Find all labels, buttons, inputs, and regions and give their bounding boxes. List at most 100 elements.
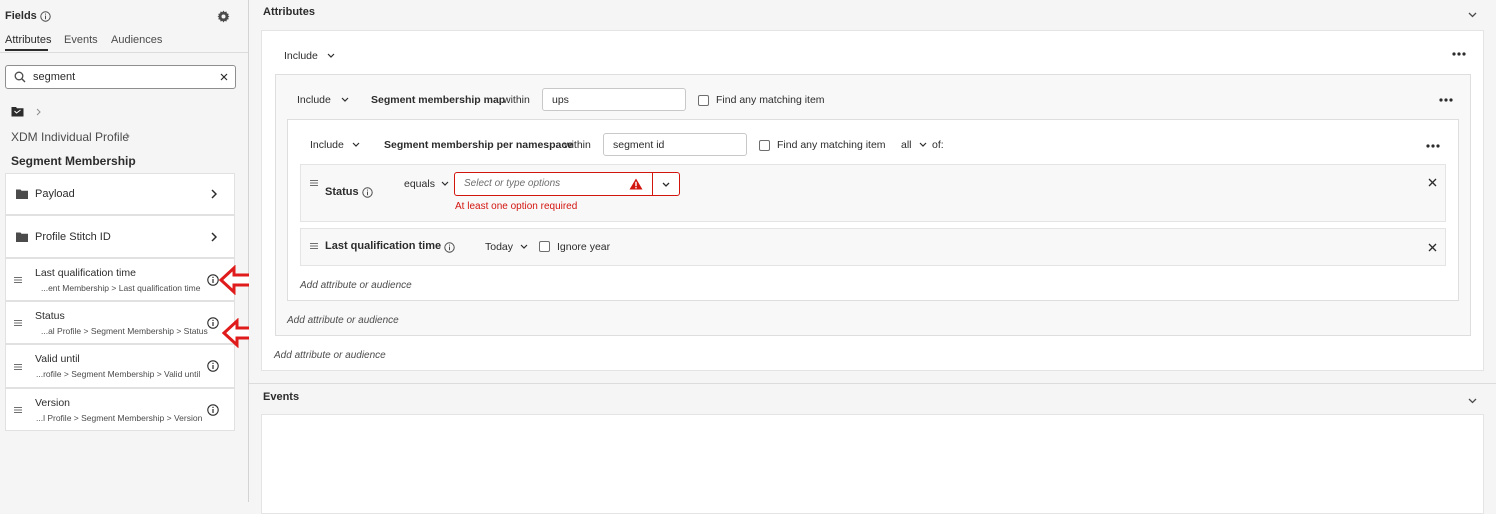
drag-handle-icon[interactable] — [14, 277, 22, 283]
info-icon[interactable] — [207, 274, 219, 286]
info-icon[interactable] — [40, 11, 51, 22]
folder-label: Profile Stitch ID — [35, 231, 111, 243]
fields-title: Fields — [5, 10, 37, 22]
info-icon[interactable] — [362, 187, 373, 198]
within-label: within — [564, 139, 591, 151]
add-attribute-link[interactable]: Add attribute or audience — [300, 280, 412, 291]
operator-dropdown[interactable]: equals — [404, 178, 435, 190]
tab-audiences[interactable]: Audiences — [111, 34, 162, 46]
field-label: Status — [35, 310, 65, 322]
add-attribute-link[interactable]: Add attribute or audience — [274, 350, 386, 361]
folder-label: Payload — [35, 188, 75, 200]
folder-row-profile-stitch-id[interactable]: Profile Stitch ID — [5, 215, 235, 258]
fields-panel: Fields Attributes Events Audiences segme… — [0, 0, 262, 502]
close-icon[interactable] — [1428, 243, 1437, 252]
field-label: Version — [35, 397, 71, 409]
include-dropdown[interactable]: Include — [310, 139, 344, 151]
info-icon[interactable] — [207, 360, 219, 372]
chevron-down-icon[interactable] — [327, 53, 335, 58]
include-dropdown[interactable]: Include — [284, 50, 318, 62]
info-icon[interactable] — [207, 404, 219, 416]
folder-icon — [16, 232, 28, 242]
chevron-down-icon[interactable] — [520, 244, 528, 249]
folder-open-icon[interactable] — [11, 106, 24, 117]
attribute-name: Segment membership per namespace — [384, 139, 574, 151]
tab-attributes[interactable]: Attributes — [5, 34, 51, 46]
chevron-down-icon[interactable] — [441, 181, 449, 186]
section-title: Segment Membership — [11, 154, 136, 168]
attribute-name: Segment membership map — [371, 94, 506, 106]
chevron-right-icon[interactable] — [211, 232, 217, 242]
search-input[interactable]: segment — [33, 71, 75, 83]
ignore-year-label: Ignore year — [557, 241, 611, 253]
include-dropdown[interactable]: Include — [297, 94, 331, 106]
validation-error: At least one option required — [455, 201, 578, 212]
tab-events[interactable]: Events — [64, 34, 98, 46]
ignore-year-checkbox[interactable] — [539, 241, 550, 252]
quantifier-dropdown[interactable]: all — [901, 139, 912, 151]
rule-row-status: Status equals Select or type options At … — [300, 164, 1446, 222]
rule-attribute-name: Last qualification time — [325, 240, 442, 252]
chevron-down-icon[interactable] — [341, 97, 349, 102]
tab-active-indicator — [5, 49, 48, 51]
find-any-label: Find any matching item — [716, 94, 825, 106]
field-label: Valid until — [35, 353, 80, 365]
gear-icon[interactable] — [217, 10, 230, 23]
section-divider — [249, 383, 1496, 384]
within-value: ups — [552, 94, 569, 106]
more-options-icon[interactable] — [1452, 52, 1466, 56]
search-field[interactable]: segment — [5, 65, 236, 89]
within-value-input[interactable]: ups — [542, 88, 686, 111]
field-path: ...ent Membership > Last qualification t… — [41, 283, 201, 293]
folder-icon — [16, 189, 28, 199]
more-options-icon[interactable] — [1426, 144, 1440, 148]
options-input[interactable]: Select or type options — [464, 178, 560, 189]
chevron-right-icon[interactable] — [211, 189, 217, 199]
field-row-version[interactable]: Version ...l Profile > Segment Membershi… — [5, 388, 235, 431]
chevron-down-icon[interactable] — [662, 182, 670, 187]
info-icon[interactable] — [444, 242, 455, 253]
events-section-title: Events — [263, 391, 300, 403]
attributes-section-title: Attributes — [263, 6, 315, 18]
field-path: ...rofile > Segment Membership > Valid u… — [36, 369, 201, 379]
field-path: ...al Profile > Segment Membership > Sta… — [41, 326, 208, 336]
options-combobox[interactable]: Select or type options — [454, 172, 680, 196]
close-icon[interactable] — [1428, 178, 1437, 187]
find-any-checkbox[interactable] — [759, 140, 770, 151]
field-row-status[interactable]: Status ...al Profile > Segment Membershi… — [5, 301, 235, 344]
drag-handle-icon[interactable] — [310, 243, 318, 249]
tabs-divider — [0, 52, 248, 53]
rule-row-last-qualification-time: Last qualification time Today Ignore yea… — [300, 228, 1446, 266]
segment-rule-builder: Attributes Include Add attribute or audi… — [249, 0, 1496, 514]
of-label: of: — [932, 139, 944, 151]
chevron-down-icon[interactable] — [1468, 398, 1477, 404]
info-icon[interactable] — [207, 317, 219, 329]
within-value-input[interactable]: segment id — [603, 133, 747, 156]
more-options-icon[interactable] — [1439, 98, 1453, 102]
operator-dropdown[interactable]: Today — [485, 241, 513, 253]
drag-handle-icon[interactable] — [310, 180, 318, 186]
folder-row-payload[interactable]: Payload — [5, 173, 235, 215]
field-row-last-qualification-time[interactable]: Last qualification time ...ent Membershi… — [5, 258, 235, 301]
drag-handle-icon[interactable] — [14, 407, 22, 413]
field-label: Last qualification time — [35, 267, 136, 279]
search-icon — [14, 71, 26, 83]
chevron-down-icon[interactable] — [352, 142, 360, 147]
chevron-down-icon[interactable] — [1468, 12, 1477, 18]
chevron-right-icon — [125, 132, 130, 140]
chevron-down-icon[interactable] — [919, 142, 927, 147]
drag-handle-icon[interactable] — [14, 320, 22, 326]
rule-attribute-name: Status — [325, 186, 359, 198]
find-any-checkbox[interactable] — [698, 95, 709, 106]
breadcrumb-root[interactable]: XDM Individual Profile — [11, 130, 129, 144]
field-row-valid-until[interactable]: Valid until ...rofile > Segment Membersh… — [5, 344, 235, 388]
within-label: within — [503, 94, 530, 106]
drag-handle-icon[interactable] — [14, 364, 22, 370]
within-value: segment id — [613, 139, 665, 151]
clear-icon[interactable] — [220, 73, 228, 81]
combobox-divider — [652, 173, 653, 195]
alert-icon — [629, 178, 643, 190]
add-attribute-link[interactable]: Add attribute or audience — [287, 315, 399, 326]
events-container — [261, 414, 1484, 514]
chevron-right-icon — [36, 108, 41, 116]
